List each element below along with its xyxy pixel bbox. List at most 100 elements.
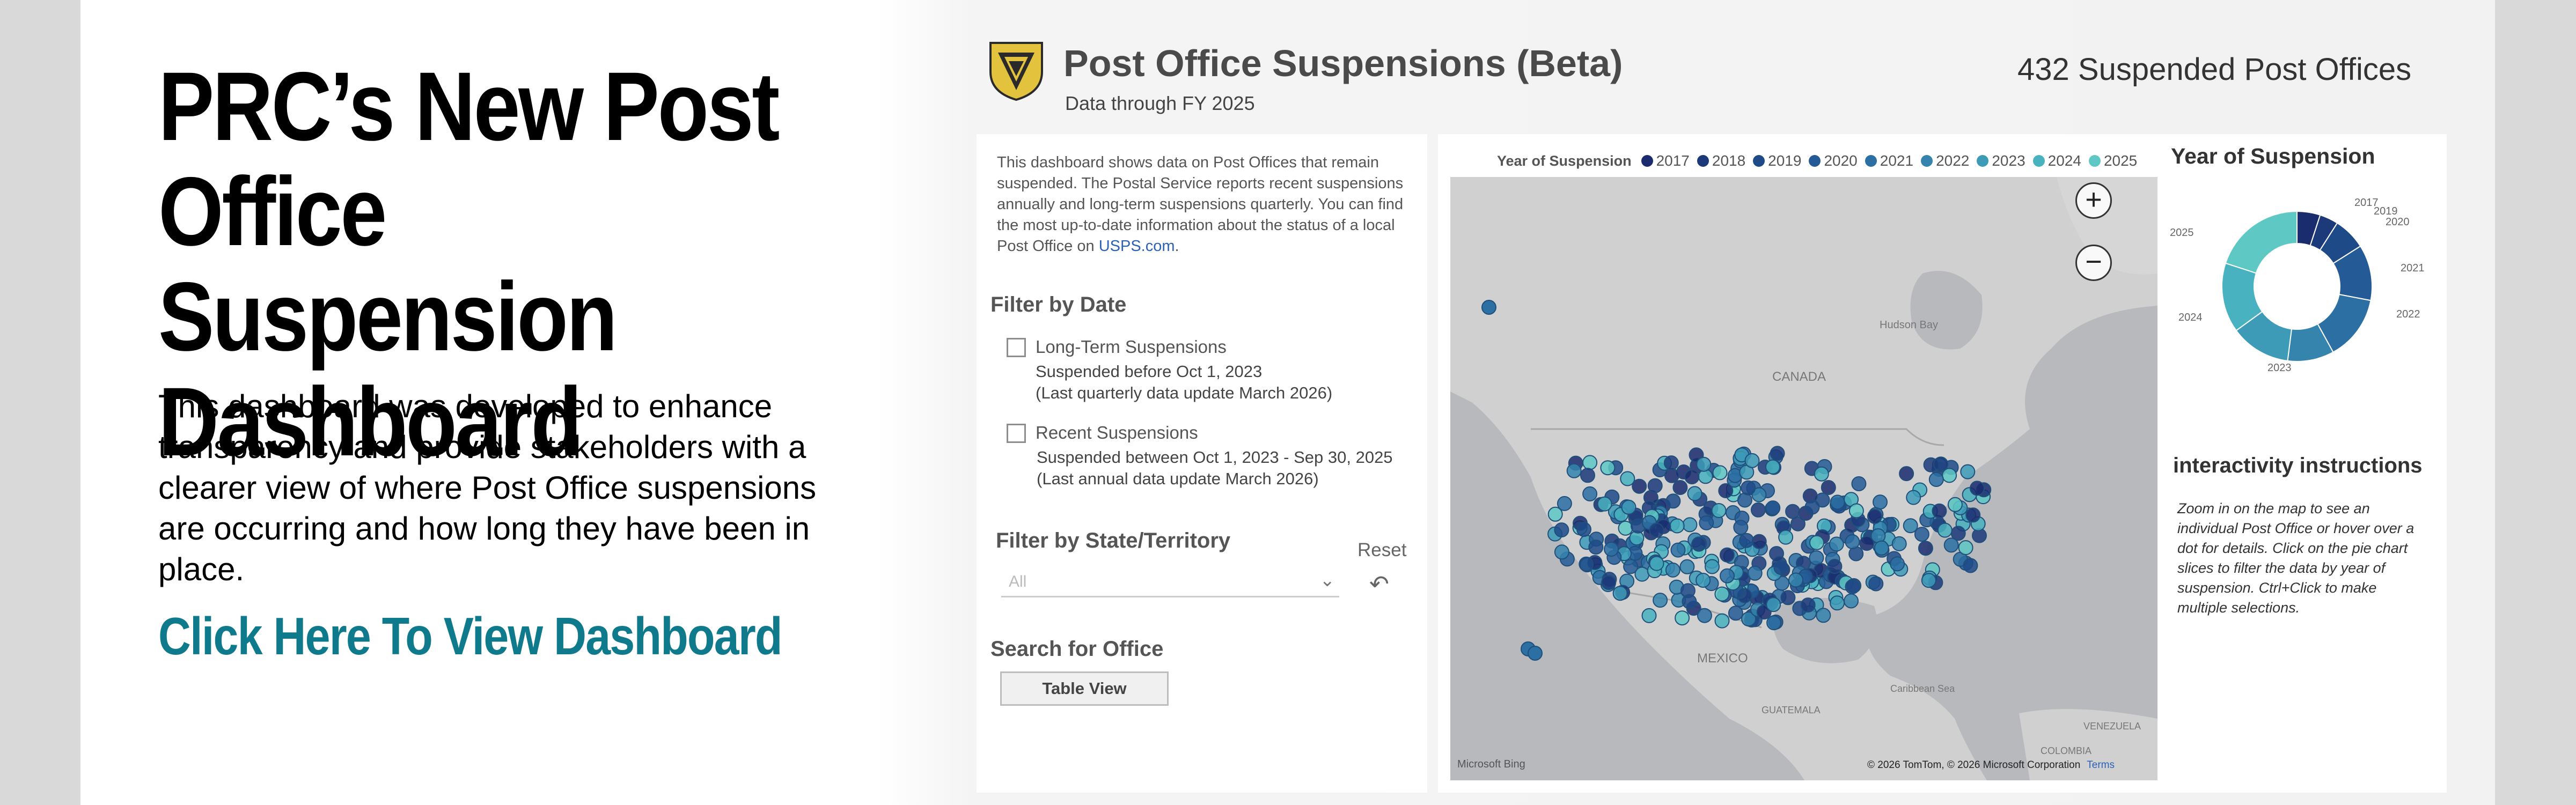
view-dashboard-link[interactable]: Click Here To View Dashboard — [158, 606, 783, 667]
legend-item-2025[interactable]: 2025 — [2088, 152, 2137, 169]
year-donut-chart[interactable]: 20172019202020212022202320242025 — [2160, 190, 2434, 383]
post-office-dot[interactable] — [1712, 465, 1728, 481]
post-office-dot[interactable] — [1647, 478, 1663, 493]
table-view-button[interactable]: Table View — [1000, 671, 1169, 706]
post-office-dot[interactable] — [1554, 522, 1569, 538]
post-office-dot[interactable] — [1481, 300, 1496, 315]
post-office-dot[interactable] — [1664, 468, 1679, 483]
post-office-dot[interactable] — [1960, 464, 1976, 479]
usps-link[interactable]: USPS.com — [1099, 238, 1175, 255]
post-office-dot[interactable] — [1750, 502, 1766, 518]
legend-item-2018[interactable]: 2018 — [1697, 152, 1745, 169]
post-office-dot[interactable] — [1714, 613, 1730, 629]
post-office-dot[interactable] — [1933, 456, 1949, 472]
post-office-dot[interactable] — [1765, 500, 1781, 516]
post-office-dot[interactable] — [1830, 494, 1845, 510]
post-office-dot[interactable] — [1711, 503, 1727, 518]
post-office-dot[interactable] — [1620, 471, 1635, 486]
post-office-dot[interactable] — [1921, 573, 1936, 588]
post-office-dot[interactable] — [1582, 486, 1598, 501]
long-term-label[interactable]: Long-Term Suspensions — [1036, 337, 1227, 357]
post-office-dot[interactable] — [1765, 459, 1780, 475]
post-office-dot[interactable] — [1809, 535, 1824, 550]
post-office-dot[interactable] — [1621, 499, 1636, 515]
post-office-dot[interactable] — [1649, 523, 1664, 538]
long-term-checkbox[interactable] — [1007, 338, 1026, 357]
post-office-dot[interactable] — [1790, 516, 1806, 531]
post-office-dot[interactable] — [1932, 503, 1947, 519]
post-office-dot[interactable] — [1566, 463, 1582, 478]
post-office-dot[interactable] — [1963, 558, 1978, 573]
post-office-dot[interactable] — [1679, 559, 1695, 574]
post-office-dot[interactable] — [1691, 536, 1707, 552]
post-office-dot[interactable] — [1705, 559, 1720, 574]
legend-item-2024[interactable]: 2024 — [2032, 152, 2081, 169]
post-office-dot[interactable] — [1675, 610, 1690, 626]
post-office-dot[interactable] — [1778, 529, 1794, 545]
post-office-dot[interactable] — [1670, 542, 1686, 558]
post-office-dot[interactable] — [1918, 541, 1933, 556]
terms-link[interactable]: Terms — [2087, 759, 2115, 771]
post-office-dot[interactable] — [1744, 453, 1760, 468]
post-office-dot[interactable] — [1937, 522, 1953, 538]
post-office-dot[interactable] — [1665, 493, 1681, 509]
post-office-dot[interactable] — [1682, 517, 1698, 533]
post-office-dot[interactable] — [1829, 536, 1844, 552]
post-office-dot[interactable] — [1684, 469, 1700, 485]
post-office-dot[interactable] — [1814, 466, 1829, 482]
recent-checkbox[interactable] — [1007, 424, 1026, 443]
post-office-dot[interactable] — [1554, 544, 1569, 560]
post-office-dot[interactable] — [1601, 575, 1617, 590]
post-office-dot[interactable] — [1547, 506, 1563, 522]
post-office-dot[interactable] — [1641, 608, 1657, 623]
post-office-dot[interactable] — [1751, 534, 1767, 549]
post-office-dot[interactable] — [1780, 590, 1796, 605]
donut-slice[interactable] — [2225, 210, 2298, 274]
post-office-dot[interactable] — [1867, 509, 1882, 524]
post-office-dot[interactable] — [1845, 579, 1860, 594]
post-office-dot[interactable] — [1943, 537, 1959, 553]
legend-item-2020[interactable]: 2020 — [1809, 152, 1858, 169]
post-office-dot[interactable] — [1891, 536, 1907, 551]
legend-item-2021[interactable]: 2021 — [1865, 152, 1913, 169]
post-office-dot[interactable] — [1696, 573, 1711, 588]
post-office-dot[interactable] — [1728, 605, 1743, 621]
post-office-dot[interactable] — [1809, 550, 1824, 566]
post-office-dot[interactable] — [1766, 615, 1782, 631]
post-office-dot[interactable] — [1582, 455, 1598, 470]
post-office-dot[interactable] — [1653, 593, 1668, 608]
post-office-dot[interactable] — [1696, 456, 1712, 472]
post-office-dot[interactable] — [1770, 446, 1785, 461]
post-office-dot[interactable] — [1597, 496, 1612, 512]
post-office-dot[interactable] — [1672, 480, 1688, 495]
post-office-dot[interactable] — [1903, 518, 1918, 534]
reset-label[interactable]: Reset — [1357, 540, 1406, 561]
post-office-dot[interactable] — [1600, 460, 1616, 476]
post-office-dot[interactable] — [1873, 494, 1888, 510]
post-office-dot[interactable] — [1697, 608, 1712, 623]
post-office-dot[interactable] — [1612, 586, 1628, 601]
post-office-dot[interactable] — [1604, 542, 1619, 557]
legend-item-2023[interactable]: 2023 — [1977, 152, 2025, 169]
minus-icon[interactable]: − — [2075, 245, 2112, 281]
post-office-dot[interactable] — [1890, 556, 1905, 572]
legend-item-2017[interactable]: 2017 — [1641, 152, 1690, 169]
post-office-dot[interactable] — [1868, 576, 1884, 592]
post-office-dot[interactable] — [1733, 520, 1749, 535]
post-office-dot[interactable] — [1816, 608, 1831, 623]
post-office-dot[interactable] — [1580, 468, 1595, 483]
post-office-dot[interactable] — [1821, 480, 1836, 495]
undo-arrow-icon[interactable]: ↶ — [1369, 571, 1389, 598]
post-office-dot[interactable] — [1665, 562, 1680, 578]
post-office-dot[interactable] — [1788, 572, 1803, 588]
post-office-dot[interactable] — [1845, 534, 1860, 550]
post-office-dot[interactable] — [1663, 455, 1679, 471]
post-office-dot[interactable] — [1874, 540, 1889, 556]
plus-icon[interactable]: + — [2075, 182, 2112, 219]
post-office-dot[interactable] — [1588, 540, 1604, 555]
post-office-dot[interactable] — [1687, 486, 1702, 501]
post-office-dot[interactable] — [1682, 594, 1697, 609]
post-office-dot[interactable] — [1649, 556, 1664, 571]
post-office-dot[interactable] — [1804, 499, 1820, 515]
post-office-dot[interactable] — [1969, 481, 1985, 496]
